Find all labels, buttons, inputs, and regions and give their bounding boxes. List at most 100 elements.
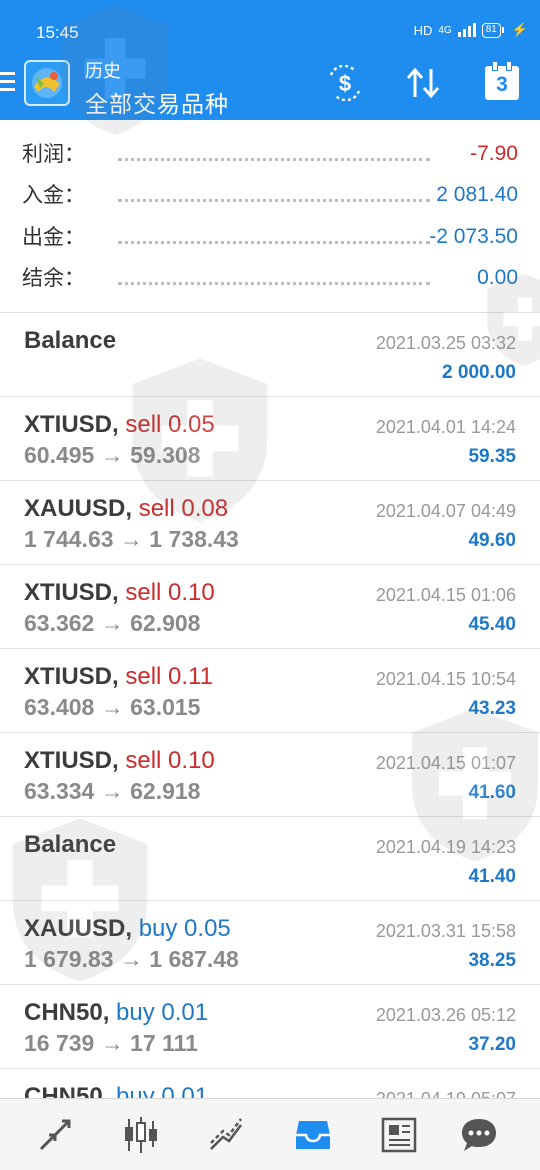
deal-time: 2021.04.19 05:07 (376, 1089, 516, 1098)
deal-prices: 63.408 → 63.015 (24, 694, 201, 720)
deal-time: 2021.03.25 03:32 (375, 333, 516, 353)
deal-row[interactable]: XTIUSD, sell 0.10 63.334 → 62.918 2021.0… (0, 733, 540, 817)
deal-row[interactable]: XTIUSD, sell 0.10 63.362 → 62.908 2021.0… (0, 565, 540, 649)
signal-bars-icon (457, 23, 476, 37)
deal-prices: 16 739 → 17 111 (24, 1030, 198, 1056)
deal-row[interactable]: XAUUSD, sell 0.08 1 744.63 → 1 738.43 20… (0, 481, 540, 565)
status-bar: 15:45 HD 4G 81 ⚡ (0, 0, 540, 58)
deal-prices: 63.334 → 62.918 (24, 778, 201, 804)
bottom-nav (0, 1098, 540, 1170)
deal-title: XTIUSD, sell 0.05 (24, 411, 215, 439)
summary-panel: 利润： -7.90 入金： 2 081.40 出金： -2 073.50 结余：… (0, 120, 540, 313)
trade-trend-icon[interactable] (203, 1111, 251, 1159)
deal-row[interactable]: Balance 2021.04.19 14:23 41.40 (0, 817, 540, 901)
summary-label: 入金： (22, 183, 85, 207)
sort-icon[interactable] (400, 60, 446, 106)
deal-title: XTIUSD, sell 0.10 (24, 579, 215, 607)
summary-value: -2 073.50 (429, 225, 518, 248)
summary-row-deposit: 入金： 2 081.40 (0, 175, 540, 215)
svg-text:$: $ (339, 71, 351, 96)
summary-label: 出金： (22, 225, 85, 249)
deal-profit: 59.35 (468, 446, 516, 467)
deal-title: Balance (24, 327, 116, 355)
deal-action: sell 0.10 (125, 579, 215, 606)
deal-prices: 63.362 → 62.908 (24, 610, 201, 636)
summary-label: 结余： (22, 266, 85, 290)
deal-action: buy 0.01 (116, 1083, 209, 1098)
status-time: 15:45 (36, 23, 79, 42)
network-type-label: 4G (438, 24, 452, 36)
deal-action: buy 0.05 (138, 915, 231, 942)
deal-symbol: XAUUSD, (24, 915, 133, 942)
summary-label: 利润： (22, 142, 85, 166)
chat-bubble-icon[interactable] (455, 1111, 503, 1159)
deal-title: CHN50, buy 0.01 (24, 1083, 208, 1098)
deal-profit: 38.25 (468, 950, 516, 971)
deal-time: 2021.04.15 10:54 (375, 669, 516, 689)
deal-profit: 45.40 (468, 614, 516, 635)
deal-symbol: XTIUSD, (24, 579, 119, 606)
summary-value: -7.90 (470, 142, 518, 165)
page-title[interactable]: 全部交易品种 (85, 85, 229, 119)
deal-action: buy 0.01 (116, 999, 209, 1026)
deal-prices: 1 744.63 → 1 738.43 (24, 526, 239, 552)
deal-action: sell 0.05 (125, 411, 215, 438)
deal-profit: 41.40 (468, 866, 516, 887)
app-header: 15:45 HD 4G 81 ⚡ 历史 全部交易品种 $ 3 (0, 0, 540, 120)
deal-action: sell 0.08 (138, 495, 229, 522)
deal-time: 2021.04.19 14:23 (375, 837, 516, 857)
calendar-icon[interactable]: 3 (479, 60, 525, 106)
deal-row[interactable]: XTIUSD, sell 0.11 63.408 → 63.015 2021.0… (0, 649, 540, 733)
deal-time: 2021.03.31 15:58 (375, 921, 516, 941)
battery-icon: 81 (481, 22, 504, 38)
currency-exchange-icon[interactable]: $ (322, 60, 368, 106)
status-icons: HD 4G 81 ⚡ (414, 22, 528, 38)
deal-title: XAUUSD, sell 0.08 (24, 495, 228, 523)
deal-row[interactable]: CHN50, buy 0.01 2021.04.19 05:07 (0, 1069, 540, 1098)
deal-time: 2021.04.15 01:07 (375, 753, 516, 773)
news-icon[interactable] (375, 1111, 423, 1159)
deal-prices: 1 679.83 → 1 687.48 (24, 946, 239, 972)
deal-symbol: XTIUSD, (24, 411, 119, 438)
deal-symbol: Balance (24, 327, 117, 354)
deal-prices: 60.495 → 59.308 (24, 442, 201, 468)
deal-title: CHN50, buy 0.01 (24, 999, 208, 1027)
deal-time: 2021.04.01 14:24 (375, 417, 516, 437)
battery-level: 81 (481, 22, 501, 38)
deal-symbol: CHN50, (24, 1083, 110, 1098)
deal-profit: 43.23 (468, 698, 516, 719)
deal-time: 2021.04.15 01:06 (375, 585, 516, 605)
deal-time: 2021.03.26 05:12 (375, 1005, 516, 1025)
summary-value: 0.00 (477, 266, 518, 289)
deal-title: XTIUSD, sell 0.11 (24, 663, 213, 691)
deal-symbol: CHN50, (24, 999, 110, 1026)
deal-title: Balance (24, 831, 116, 859)
summary-row-profit: 利润： -7.90 (0, 134, 540, 174)
summary-value: 2 081.40 (436, 183, 518, 206)
candlestick-chart-icon[interactable] (117, 1111, 165, 1159)
metatrader-logo-icon (24, 60, 70, 106)
deal-symbol: Balance (24, 831, 117, 858)
history-inbox-icon[interactable] (289, 1111, 337, 1159)
deal-title: XAUUSD, buy 0.05 (24, 915, 231, 943)
deal-profit: 37.20 (468, 1034, 516, 1055)
page-subtitle: 历史 (85, 61, 121, 82)
deal-row[interactable]: Balance 2021.03.25 03:32 2 000.00 (0, 313, 540, 397)
deal-profit: 49.60 (468, 530, 516, 551)
summary-row-withdrawal: 出金： -2 073.50 (0, 217, 540, 257)
deal-action: sell 0.11 (125, 663, 213, 690)
deals-list[interactable]: Balance 2021.03.25 03:32 2 000.00 XTIUSD… (0, 313, 540, 1098)
menu-icon[interactable] (0, 72, 16, 94)
charging-icon: ⚡ (511, 22, 528, 37)
deal-profit: 41.60 (468, 782, 516, 803)
deal-symbol: XTIUSD, (24, 747, 119, 774)
deal-title: XTIUSD, sell 0.10 (24, 747, 215, 775)
deal-row[interactable]: CHN50, buy 0.01 16 739 → 17 111 2021.03.… (0, 985, 540, 1069)
deal-row[interactable]: XTIUSD, sell 0.05 60.495 → 59.308 2021.0… (0, 397, 540, 481)
network-hd-label: HD (413, 22, 433, 38)
deal-action: sell 0.10 (125, 747, 215, 774)
quotes-arrows-icon[interactable] (31, 1111, 79, 1159)
deal-row[interactable]: XAUUSD, buy 0.05 1 679.83 → 1 687.48 202… (0, 901, 540, 985)
deal-time: 2021.04.07 04:49 (375, 501, 516, 521)
deal-symbol: XAUUSD, (24, 495, 133, 522)
